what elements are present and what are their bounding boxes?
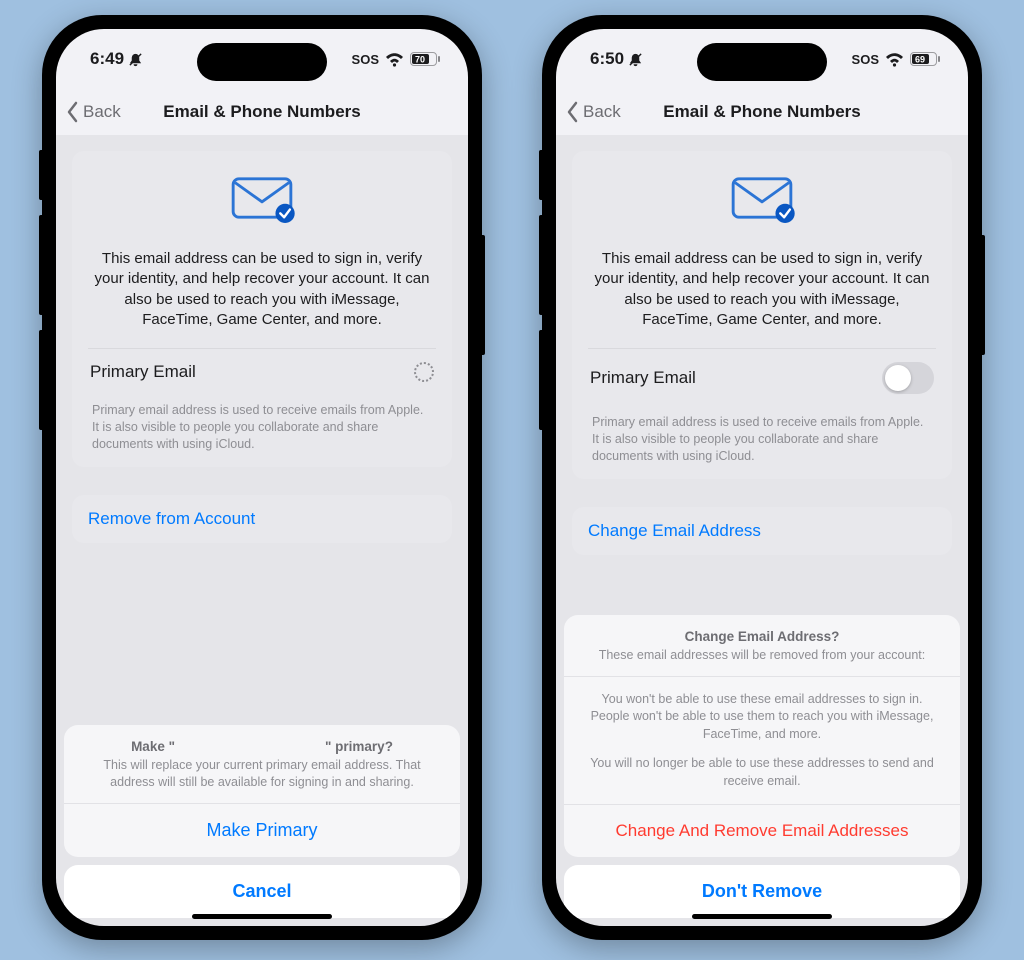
status-time: 6:49 — [90, 49, 124, 69]
dynamic-island — [197, 43, 327, 81]
make-primary-button[interactable]: Make Primary — [64, 804, 460, 857]
cancel-button[interactable]: Cancel — [64, 865, 460, 918]
home-indicator[interactable] — [192, 914, 332, 919]
sheet-body-1: You won't be able to use these email add… — [584, 691, 940, 744]
home-indicator[interactable] — [692, 914, 832, 919]
change-and-remove-label: Change And Remove Email Addresses — [616, 821, 909, 840]
content: This email address can be used to sign i… — [56, 135, 468, 926]
sheet-subtitle: These email addresses will be removed fr… — [584, 647, 940, 664]
loading-spinner-icon — [414, 362, 434, 382]
make-primary-label: Make Primary — [206, 820, 317, 840]
primary-email-label: Primary Email — [90, 362, 196, 382]
silent-icon — [128, 52, 143, 67]
sheet-subtitle: This will replace your current primary e… — [84, 757, 440, 791]
sheet-header: Make " " primary? This will replace your… — [64, 725, 460, 804]
remove-from-account-label: Remove from Account — [88, 509, 255, 528]
status-sos: SOS — [352, 52, 379, 67]
change-email-address-button[interactable]: Change Email Address — [572, 507, 952, 555]
card-description: This email address can be used to sign i… — [588, 249, 936, 348]
primary-email-label: Primary Email — [590, 368, 696, 388]
screen-right: 6:50 SOS 69 — [556, 29, 968, 926]
sheet-body-2: You will no longer be able to use these … — [584, 755, 940, 790]
phone-right: 6:50 SOS 69 — [542, 15, 982, 940]
status-time: 6:50 — [590, 49, 624, 69]
sheet-header: Change Email Address? These email addres… — [564, 615, 960, 677]
card-footer: Primary email address is used to receive… — [588, 406, 936, 465]
dont-remove-button[interactable]: Don't Remove — [564, 865, 960, 918]
wifi-icon — [885, 52, 904, 67]
info-card: This email address can be used to sign i… — [572, 151, 952, 479]
back-label: Back — [83, 102, 121, 122]
sheet-title: Change Email Address? — [584, 629, 940, 644]
svg-text:70: 70 — [415, 55, 425, 65]
sheet-title: Make " " primary? — [84, 739, 440, 754]
primary-email-row[interactable]: Primary Email — [588, 348, 936, 406]
cancel-label: Cancel — [232, 881, 291, 901]
chevron-left-icon — [66, 101, 80, 123]
dont-remove-label: Don't Remove — [702, 881, 822, 901]
page-title: Email & Phone Numbers — [663, 102, 860, 122]
change-email-address-label: Change Email Address — [588, 521, 761, 540]
content: This email address can be used to sign i… — [556, 135, 968, 926]
back-button[interactable]: Back — [566, 101, 621, 123]
card-footer: Primary email address is used to receive… — [88, 394, 436, 453]
card-description: This email address can be used to sign i… — [88, 249, 436, 348]
info-card: This email address can be used to sign i… — [72, 151, 452, 467]
chevron-left-icon — [566, 101, 580, 123]
sheet-body: You won't be able to use these email add… — [564, 677, 960, 806]
nav-bar: Back Email & Phone Numbers — [56, 89, 468, 135]
battery-icon: 70 — [410, 52, 440, 66]
envelope-verified-icon — [88, 173, 436, 223]
back-button[interactable]: Back — [66, 101, 121, 123]
svg-text:69: 69 — [915, 55, 925, 65]
battery-icon: 69 — [910, 52, 940, 66]
back-label: Back — [583, 102, 621, 122]
change-and-remove-button[interactable]: Change And Remove Email Addresses — [564, 805, 960, 857]
nav-bar: Back Email & Phone Numbers — [556, 89, 968, 135]
dynamic-island — [697, 43, 827, 81]
screen-left: 6:49 SOS 70 — [56, 29, 468, 926]
envelope-verified-icon — [588, 173, 936, 223]
page-title: Email & Phone Numbers — [163, 102, 360, 122]
wifi-icon — [385, 52, 404, 67]
action-sheet-make-primary: Make " " primary? This will replace your… — [64, 725, 460, 918]
primary-email-row[interactable]: Primary Email — [88, 348, 436, 394]
remove-from-account-button[interactable]: Remove from Account — [72, 495, 452, 543]
action-sheet-change-email: Change Email Address? These email addres… — [564, 615, 960, 918]
status-sos: SOS — [852, 52, 879, 67]
primary-email-toggle[interactable] — [882, 362, 934, 394]
phone-left: 6:49 SOS 70 — [42, 15, 482, 940]
silent-icon — [628, 52, 643, 67]
